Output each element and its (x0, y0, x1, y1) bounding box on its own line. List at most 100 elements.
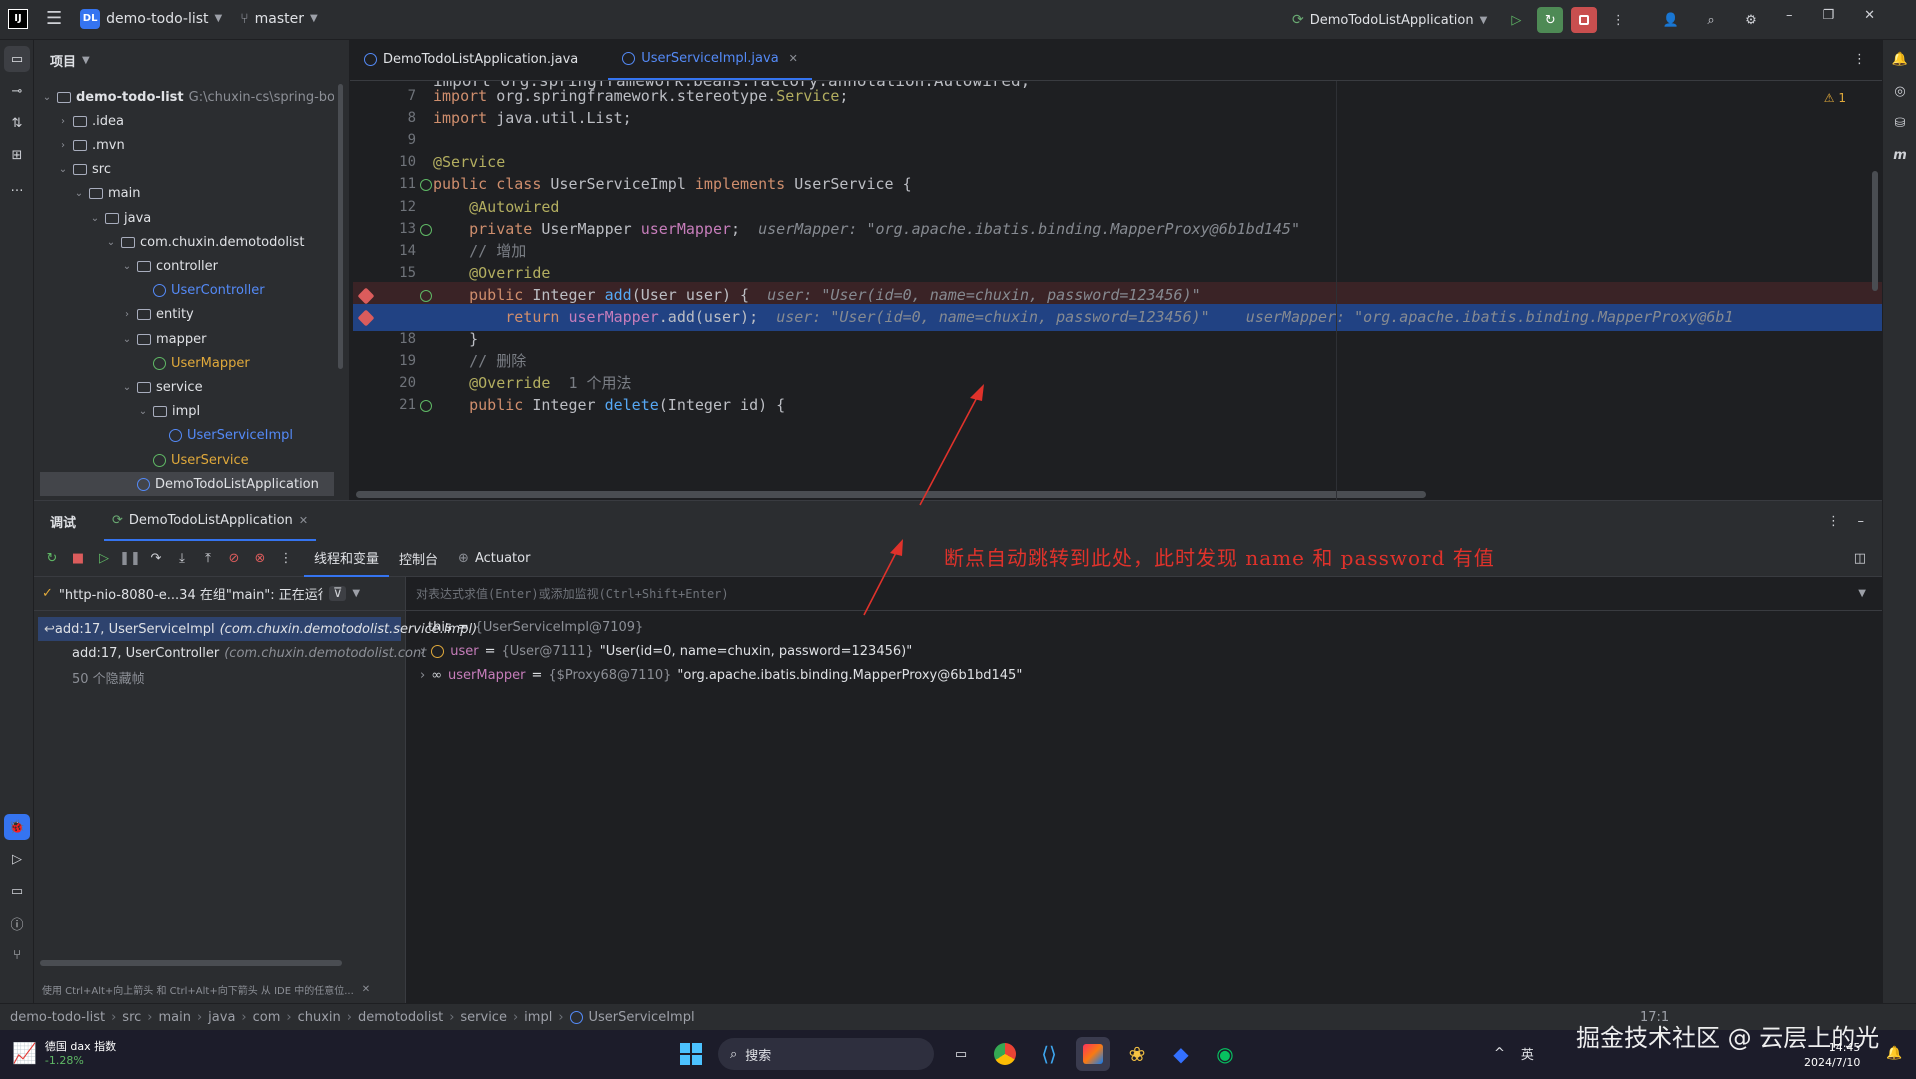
notifications-icon[interactable]: 🔔 (1887, 46, 1913, 72)
v-scrollbar[interactable] (1872, 171, 1878, 291)
tree-folder[interactable]: ⌄ java (90, 206, 151, 230)
more-icon[interactable]: ⋮ (274, 547, 298, 571)
widgets-button[interactable]: 📈 德国 dax 指数 -1.28% (12, 1038, 116, 1067)
problems-icon[interactable]: ⓘ (4, 910, 30, 936)
add-user-icon[interactable]: 👤 (1658, 7, 1684, 33)
implementation-marker-icon[interactable] (420, 179, 432, 192)
tree-file[interactable]: UserMapper (138, 351, 250, 375)
minimize-icon[interactable]: – (1786, 8, 1793, 23)
tree-file[interactable]: UserServiceImpl (154, 424, 293, 448)
intellij-icon[interactable]: IJ (8, 8, 28, 29)
thread-selector[interactable]: ✓ "http-nio-8080-e...34 在组"main": 正在运行 ⊽… (34, 577, 405, 611)
folder-app-icon[interactable]: ❀ (1120, 1037, 1154, 1071)
code-area[interactable]: import org.springframework.beans.factory… (350, 81, 1882, 500)
implementation-marker-icon[interactable] (420, 223, 432, 236)
chevron-right-icon[interactable]: › (420, 644, 425, 659)
tree-file[interactable]: UserController (138, 279, 265, 303)
close-icon[interactable]: ✕ (789, 52, 798, 65)
debug-tab-label[interactable]: 调试 (50, 512, 76, 531)
subtab-threads-variables[interactable]: 线程和变量 (304, 541, 390, 577)
subtab-console[interactable]: 控制台 (389, 541, 448, 577)
tree-scrollbar[interactable] (338, 84, 343, 369)
variable-row[interactable]: this = {UserServiceImpl@7109} (428, 615, 643, 639)
terminal-icon[interactable]: ▭ (4, 878, 30, 904)
database-icon[interactable]: ⛁ (1887, 110, 1913, 136)
breadcrumb-item[interactable]: demotodolist (358, 1010, 443, 1025)
branch-switcher[interactable]: ⑂ master ▼ (240, 11, 317, 27)
stop-icon[interactable]: ■ (66, 547, 90, 571)
frames-scrollbar[interactable] (40, 960, 342, 966)
tree-folder[interactable]: ⌄ src (58, 158, 111, 182)
layout-icon[interactable]: ◫ (1854, 551, 1866, 566)
more-tools-icon[interactable]: … (4, 174, 30, 200)
variable-row[interactable]: › ∞ userMapper = {$Proxy68@7110} "org.apache.… (420, 663, 1022, 687)
gear-icon[interactable]: ⚙ (1738, 7, 1764, 33)
tree-folder[interactable]: ⌄ mapper (122, 327, 207, 351)
chevron-up-icon[interactable]: ^ (1494, 1046, 1505, 1061)
tree-folder[interactable]: ⌄ com.chuxin.demotodolist (106, 230, 305, 254)
step-out-icon[interactable]: ⤒ (196, 547, 220, 571)
breadcrumb-item[interactable]: com (253, 1010, 281, 1025)
tab-options-icon[interactable]: ⋮ (1853, 52, 1866, 67)
wechat-icon[interactable]: ◉ (1208, 1037, 1242, 1071)
view-breakpoints-icon[interactable]: ⊘ (222, 547, 246, 571)
ai-assistant-icon[interactable]: ◎ (1887, 78, 1913, 104)
breadcrumb-item[interactable]: java (208, 1010, 235, 1025)
tree-file[interactable]: DemoTodoListApplication (40, 472, 334, 497)
variable-row[interactable]: › user = {User@7111} "User(id=0, name=chuxin… (420, 639, 912, 663)
terminal-app-icon[interactable]: ▭ (944, 1037, 978, 1071)
tab-userserviceimpl[interactable]: UserServiceImpl.java ✕ (608, 39, 812, 80)
restore-icon[interactable]: ❐ (1823, 8, 1835, 23)
breadcrumb-item[interactable]: UserServiceImpl (589, 1010, 695, 1025)
vscode-icon[interactable]: ⟨⟩ (1032, 1037, 1066, 1071)
tree-folder[interactable]: ⌄ service (122, 375, 203, 399)
close-icon[interactable]: ✕ (362, 984, 370, 995)
debug-session-tab[interactable]: ⟳ DemoTodoListApplication ✕ (104, 501, 317, 541)
implementation-marker-icon[interactable] (420, 400, 432, 413)
resume-icon[interactable]: ▷ (92, 547, 116, 571)
breadcrumb-item[interactable]: src (122, 1010, 141, 1025)
warning-indicator[interactable]: ⚠ 1 (1824, 91, 1846, 105)
step-into-icon[interactable]: ⤓ (170, 547, 194, 571)
filter-icon[interactable]: ⊽ (328, 586, 347, 601)
chevron-right-icon[interactable]: › (58, 140, 68, 151)
chevron-down-icon[interactable]: ▼ (352, 588, 360, 599)
git-icon[interactable]: ⑂ (4, 942, 30, 968)
tree-folder[interactable]: ⌄ main (74, 182, 141, 206)
breadcrumb-item[interactable]: service (460, 1010, 507, 1025)
stack-frame[interactable]: 50 个隐藏帧 (34, 665, 405, 689)
minimize-icon[interactable]: – (1858, 514, 1865, 529)
chevron-down-icon[interactable]: ⌄ (122, 261, 132, 272)
chevron-down-icon[interactable]: ⌄ (58, 164, 68, 175)
taskbar-search[interactable]: ⌕ 搜索 (718, 1038, 934, 1070)
tree-folder[interactable]: ⌄ controller (122, 254, 218, 278)
tree-file[interactable]: UserService (138, 448, 249, 472)
search-icon[interactable]: ⌕ (1698, 7, 1724, 33)
evaluate-input[interactable]: 对表达式求值(Enter)或添加监视(Ctrl+Shift+Enter) (416, 585, 729, 602)
tree-folder[interactable]: › entity (122, 303, 194, 327)
run-tool-icon[interactable]: ▷ (4, 846, 30, 872)
rerun-icon[interactable]: ↻ (40, 547, 64, 571)
tree-folder[interactable]: ⌄ impl (138, 400, 200, 424)
chevron-down-icon[interactable]: ⌄ (74, 188, 84, 199)
chevron-down-icon[interactable]: ⌄ (90, 213, 100, 224)
breadcrumb-item[interactable]: chuxin (298, 1010, 341, 1025)
debug-icon[interactable]: 🐞 (4, 814, 30, 840)
breadcrumb-item[interactable]: main (158, 1010, 190, 1025)
subtab-actuator[interactable]: ⊕ Actuator (448, 541, 540, 577)
chevron-right-icon[interactable]: › (122, 309, 132, 320)
feishu-icon[interactable]: ◆ (1164, 1037, 1198, 1071)
stack-frame[interactable]: add:17, UserController (com.chuxin.demoto… (34, 641, 426, 665)
chevron-right-icon[interactable]: › (58, 116, 68, 127)
mute-breakpoints-icon[interactable]: ⊗ (248, 547, 272, 571)
rerun-debug-icon[interactable]: ↻ (1537, 7, 1564, 33)
tree-folder[interactable]: › .mvn (58, 133, 125, 157)
commit-icon[interactable]: ⊸ (4, 78, 30, 104)
evaluate-bar[interactable]: 对表达式求值(Enter)或添加监视(Ctrl+Shift+Enter) ▼ (406, 577, 1882, 611)
stack-frame[interactable]: ↩ add:17, UserServiceImpl (com.chuxin.dem… (38, 617, 477, 641)
step-over-icon[interactable]: ↷ (144, 547, 168, 571)
implementation-marker-icon[interactable] (420, 289, 432, 302)
run-icon[interactable]: ▷ (1503, 7, 1529, 33)
structure-icon[interactable]: ⊞ (4, 142, 30, 168)
ime-label[interactable]: 英 (1521, 1044, 1534, 1063)
